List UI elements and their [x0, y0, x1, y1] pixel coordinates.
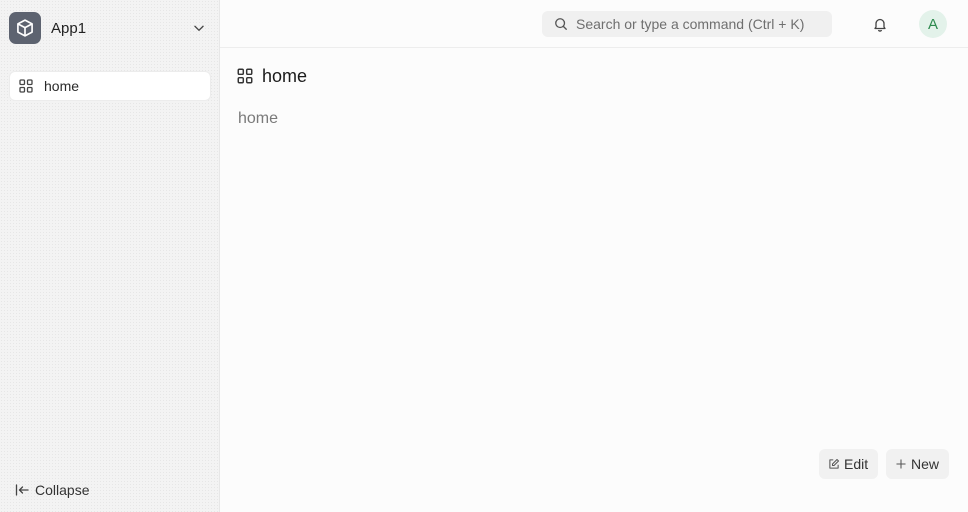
top-bar: A — [220, 0, 968, 48]
page-title: home — [262, 65, 308, 86]
grid-icon — [18, 78, 34, 94]
page-header: home — [236, 65, 307, 87]
sidebar: App1 home Collapse — [0, 0, 220, 512]
new-label: New — [911, 456, 940, 472]
edit-button[interactable]: Edit — [819, 449, 878, 479]
app-logo-icon — [9, 12, 41, 44]
collapse-button[interactable]: Collapse — [14, 480, 89, 500]
search-input[interactable] — [576, 16, 826, 32]
new-button[interactable]: New — [886, 449, 949, 479]
app-switcher[interactable]: App1 — [9, 10, 211, 46]
avatar[interactable]: A — [919, 10, 947, 38]
edit-icon — [828, 458, 840, 470]
notifications-bell-icon[interactable] — [870, 14, 890, 34]
app-window: App1 home Collapse Search or type a comm… — [0, 0, 968, 512]
app-name: App1 — [51, 19, 87, 37]
edit-label: Edit — [844, 456, 869, 472]
collapse-label: Collapse — [35, 482, 90, 498]
chevron-down-icon — [189, 18, 209, 38]
search-icon — [554, 17, 568, 31]
sidebar-item-home[interactable]: home — [10, 72, 210, 100]
collapse-icon — [14, 482, 30, 498]
main-area: A home home Edit — [220, 0, 968, 512]
plus-icon — [895, 458, 907, 470]
sidebar-item-label: home — [44, 78, 80, 94]
search-box[interactable] — [542, 11, 832, 37]
grid-icon — [236, 67, 254, 85]
page-content-text: home — [238, 110, 279, 127]
